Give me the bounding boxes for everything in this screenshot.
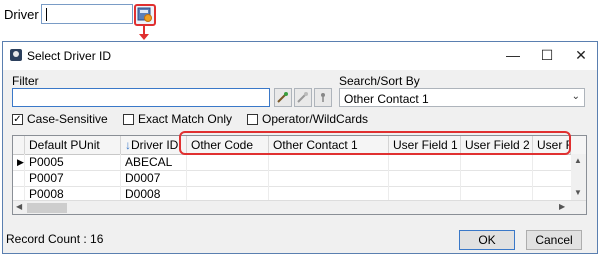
cancel-button[interactable]: Cancel: [526, 230, 582, 250]
scroll-down-icon[interactable]: ▼: [574, 188, 582, 197]
app-icon: [10, 49, 22, 61]
chevron-down-icon: ⌄: [571, 91, 580, 102]
cell-driver-id: D0007: [121, 170, 187, 186]
filter-label: Filter: [12, 74, 39, 88]
cell-other-code: [187, 170, 269, 186]
wildcards-checkbox[interactable]: Operator/WildCards: [247, 112, 368, 126]
dialog-title: Select Driver ID: [27, 49, 112, 63]
driver-input[interactable]: [41, 4, 133, 24]
checkbox-label: Exact Match Only: [138, 112, 233, 126]
maximize-button[interactable]: ☐: [535, 46, 559, 64]
checkbox-box: ✓: [12, 113, 23, 125]
text-caret: [46, 8, 47, 21]
checkbox-box: [247, 113, 258, 125]
record-count: Record Count : 16: [6, 232, 104, 246]
driver-lookup-button[interactable]: [134, 4, 156, 26]
row-indicator: [13, 170, 25, 186]
column-header-default-punit[interactable]: Default PUnit: [25, 136, 121, 154]
column-header-label: Driver ID: [131, 138, 179, 152]
exact-match-checkbox[interactable]: Exact Match Only: [123, 112, 232, 126]
cell-user-field-1: [389, 170, 461, 186]
cell-user-field-1: [389, 154, 461, 170]
filter-wand-icon: [277, 92, 288, 103]
cell-user-field-2: [461, 170, 533, 186]
highlight-annotation: [179, 131, 571, 155]
search-sort-label: Search/Sort By: [339, 74, 420, 88]
cell-other-code: [187, 154, 269, 170]
pin-button[interactable]: [314, 88, 332, 107]
cell-driver-id: ABECAL: [121, 154, 187, 170]
scroll-up-icon[interactable]: ▲: [574, 156, 582, 165]
table-row[interactable]: P0007 D0007: [13, 170, 573, 187]
filter-input[interactable]: [12, 88, 270, 107]
scroll-left-icon[interactable]: ◀: [16, 202, 22, 211]
title-bar: Select Driver ID — ☐ ✕: [3, 42, 597, 70]
checkbox-label: Operator/WildCards: [262, 112, 369, 126]
driver-label: Driver: [4, 7, 39, 22]
lookup-icon: [137, 7, 152, 22]
search-sort-select[interactable]: Other Contact 1 ⌄: [339, 88, 585, 107]
vertical-scrollbar[interactable]: ▲ ▼: [571, 154, 586, 200]
scroll-right-icon[interactable]: ▶: [559, 202, 565, 211]
ok-button[interactable]: OK: [459, 230, 515, 250]
clear-filter-icon: [297, 92, 308, 103]
scroll-thumb[interactable]: [27, 203, 67, 213]
apply-filter-button[interactable]: [274, 88, 292, 107]
current-row-icon: ▶: [13, 154, 25, 170]
cell-user-field-2: [461, 154, 533, 170]
cell-other-contact-1: [269, 154, 389, 170]
cell-other-contact-1: [269, 170, 389, 186]
pin-icon: [321, 93, 325, 102]
clear-filter-button[interactable]: [294, 88, 312, 107]
minimize-button[interactable]: —: [501, 46, 525, 64]
table-row[interactable]: ▶ P0005 ABECAL: [13, 154, 573, 171]
row-indicator-header: [13, 136, 25, 154]
checkbox-box: [123, 113, 134, 125]
column-header-driver-id[interactable]: ↓Driver ID: [121, 136, 187, 154]
case-sensitive-checkbox[interactable]: ✓ Case-Sensitive: [12, 112, 108, 126]
checkbox-label: Case-Sensitive: [27, 112, 108, 126]
select-driver-dialog: Select Driver ID — ☐ ✕ Filter Search/Sor…: [2, 41, 598, 254]
close-button[interactable]: ✕: [569, 46, 593, 64]
arrow-down-icon: [139, 26, 149, 40]
cell-default-punit: P0005: [25, 154, 121, 170]
search-sort-value: Other Contact 1: [344, 92, 429, 106]
cell-default-punit: P0007: [25, 170, 121, 186]
horizontal-scrollbar[interactable]: ◀ ▶: [13, 200, 586, 214]
